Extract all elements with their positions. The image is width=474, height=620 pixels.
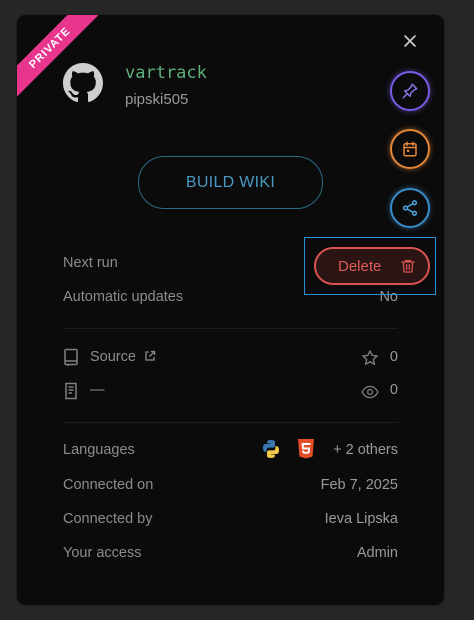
delete-button[interactable]: Delete — [314, 247, 430, 285]
delete-label: Delete — [338, 257, 382, 275]
document-icon — [65, 382, 77, 400]
html5-icon — [298, 439, 314, 459]
external-link-icon — [145, 350, 156, 361]
pin-icon — [402, 83, 418, 99]
divider — [63, 422, 398, 423]
connected-by-label: Connected by — [63, 511, 153, 527]
next-run-label: Next run — [63, 255, 118, 271]
automatic-updates-label: Automatic updates — [63, 289, 184, 305]
repo-card: PRIVATE vartrack pipski505 BUILD WIKI Ne… — [16, 14, 445, 606]
share-icon — [402, 200, 418, 216]
language-icons — [261, 439, 321, 461]
repo-name[interactable]: vartrack — [125, 63, 207, 83]
share-button[interactable] — [390, 188, 430, 228]
access-label: Your access — [63, 545, 142, 561]
eye-icon — [361, 385, 379, 399]
divider — [63, 328, 398, 329]
star-icon[interactable] — [361, 349, 379, 367]
schedule-button[interactable] — [390, 129, 430, 169]
github-icon — [63, 63, 103, 103]
book-icon — [64, 348, 78, 366]
calendar-icon — [403, 141, 417, 157]
languages-label: Languages — [63, 442, 135, 458]
connected-on-value: Feb 7, 2025 — [320, 477, 398, 493]
build-wiki-button[interactable]: BUILD WIKI — [138, 156, 323, 209]
source-link[interactable]: Source — [90, 349, 156, 365]
close-icon[interactable] — [402, 33, 418, 49]
connected-by-value: Ieva Lipska — [324, 511, 398, 527]
pin-button[interactable] — [390, 71, 430, 111]
star-count: 0 — [389, 349, 398, 365]
repo-owner: pipski505 — [125, 91, 189, 108]
access-value: Admin — [356, 545, 398, 561]
connected-on-label: Connected on — [63, 477, 154, 493]
trash-icon — [401, 260, 415, 273]
watcher-count: 0 — [389, 382, 398, 398]
python-icon — [263, 440, 279, 458]
languages-more[interactable]: + 2 others — [333, 442, 398, 458]
source-label: Source — [90, 349, 136, 365]
description-value: — — [90, 382, 105, 398]
